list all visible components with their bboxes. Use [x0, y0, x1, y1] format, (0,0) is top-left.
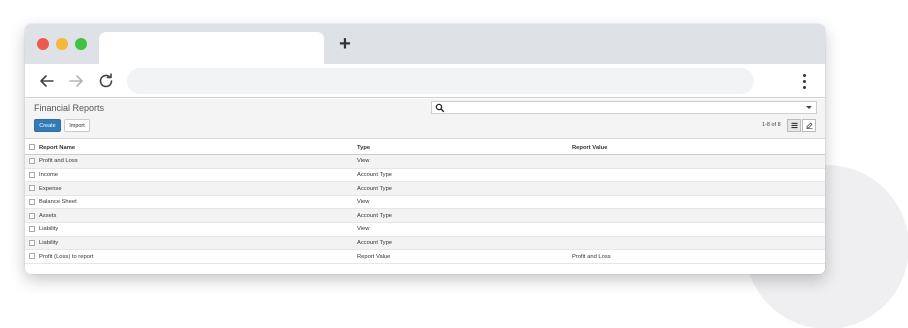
- column-header-type[interactable]: Type: [357, 141, 572, 155]
- create-button[interactable]: Create: [34, 119, 61, 132]
- cell-report-value: [572, 182, 825, 196]
- cell-report-name: Profit and Loss: [39, 158, 78, 165]
- browser-titlebar: +: [25, 24, 825, 65]
- cell-report-name: Income: [39, 171, 59, 178]
- row-checkbox[interactable]: [29, 171, 35, 178]
- cell-report-value: [572, 168, 825, 182]
- table-row[interactable]: Balance Sheet View: [25, 195, 825, 209]
- address-bar[interactable]: [127, 68, 754, 94]
- reload-icon[interactable]: [95, 70, 117, 92]
- row-checkbox[interactable]: [29, 239, 35, 246]
- table-row[interactable]: Liability Account Type: [25, 236, 825, 250]
- cell-report-name: Liability: [39, 226, 59, 233]
- table-row[interactable]: Assets Account Type: [25, 208, 825, 223]
- page-title: Financial Reports: [34, 103, 105, 113]
- search-input[interactable]: [445, 102, 800, 113]
- table-header-row: Report Name Type Report Value: [25, 141, 825, 155]
- cell-report-value: [572, 195, 825, 209]
- import-button[interactable]: Import: [64, 119, 90, 132]
- row-checkbox[interactable]: [29, 198, 35, 205]
- cell-report-name: Liability: [39, 239, 59, 246]
- column-header-report-value[interactable]: Report Value: [572, 141, 825, 155]
- cell-type: Account Type: [357, 185, 393, 192]
- close-window-button[interactable]: [37, 38, 49, 50]
- forward-icon[interactable]: [65, 70, 87, 92]
- cell-type: Account Type: [357, 239, 393, 246]
- cell-type: Report Value: [357, 253, 391, 260]
- cell-type: Account Type: [357, 171, 393, 178]
- cell-report-name: Balance Sheet: [39, 199, 77, 206]
- cell-type: View: [357, 199, 370, 206]
- table-row[interactable]: Income Account Type: [25, 168, 825, 182]
- pager-value: 1-8 of 8: [762, 122, 781, 128]
- search-icon: [435, 103, 445, 113]
- maximize-window-button[interactable]: [75, 38, 87, 50]
- cell-report-name: Expense: [39, 185, 62, 192]
- search-options-dropdown-icon[interactable]: [806, 106, 812, 109]
- cell-report-value: Profit and Loss: [572, 253, 611, 260]
- new-tab-button[interactable]: +: [337, 34, 353, 54]
- row-checkbox[interactable]: [29, 212, 35, 219]
- search-box[interactable]: [431, 101, 817, 114]
- cell-report-value: [572, 223, 825, 237]
- cell-report-value: [572, 236, 825, 250]
- cell-report-name: Profit (Loss) to report: [39, 253, 94, 260]
- list-icon: [791, 122, 798, 129]
- browser-tab[interactable]: [99, 32, 324, 65]
- cell-report-value: [572, 155, 825, 169]
- cell-report-value: [572, 209, 825, 223]
- table-row[interactable]: Liability View: [25, 223, 825, 237]
- control-panel: Financial Reports Create Import 1-8 of 8: [25, 99, 825, 139]
- edit-icon: [806, 122, 813, 129]
- column-header-report-name[interactable]: Report Name: [39, 141, 357, 155]
- browser-window: + Financial Reports Create Import 1-8 of…: [25, 24, 825, 274]
- reports-table: Report Name Type Report Value Profit and…: [25, 141, 825, 264]
- table-row[interactable]: Profit and Loss View: [25, 154, 825, 169]
- row-checkbox[interactable]: [29, 253, 35, 260]
- minimize-window-button[interactable]: [56, 38, 68, 50]
- list-view-button[interactable]: [787, 119, 801, 132]
- row-checkbox[interactable]: [29, 185, 35, 192]
- cell-type: Account Type: [357, 212, 393, 219]
- row-checkbox[interactable]: [29, 158, 35, 165]
- row-checkbox[interactable]: [29, 226, 35, 233]
- cell-type: View: [357, 226, 370, 233]
- select-all-checkbox[interactable]: [29, 144, 35, 151]
- table-row[interactable]: Profit (Loss) to report Report Value Pro…: [25, 250, 825, 264]
- app-content: Financial Reports Create Import 1-8 of 8…: [25, 99, 825, 274]
- cell-type: View: [357, 158, 370, 165]
- browser-toolbar: [25, 64, 825, 98]
- back-icon[interactable]: [36, 70, 58, 92]
- edit-view-button[interactable]: [802, 119, 816, 132]
- table-row[interactable]: Expense Account Type: [25, 181, 825, 196]
- browser-menu-icon[interactable]: [797, 71, 811, 91]
- cell-report-name: Assets: [39, 212, 57, 219]
